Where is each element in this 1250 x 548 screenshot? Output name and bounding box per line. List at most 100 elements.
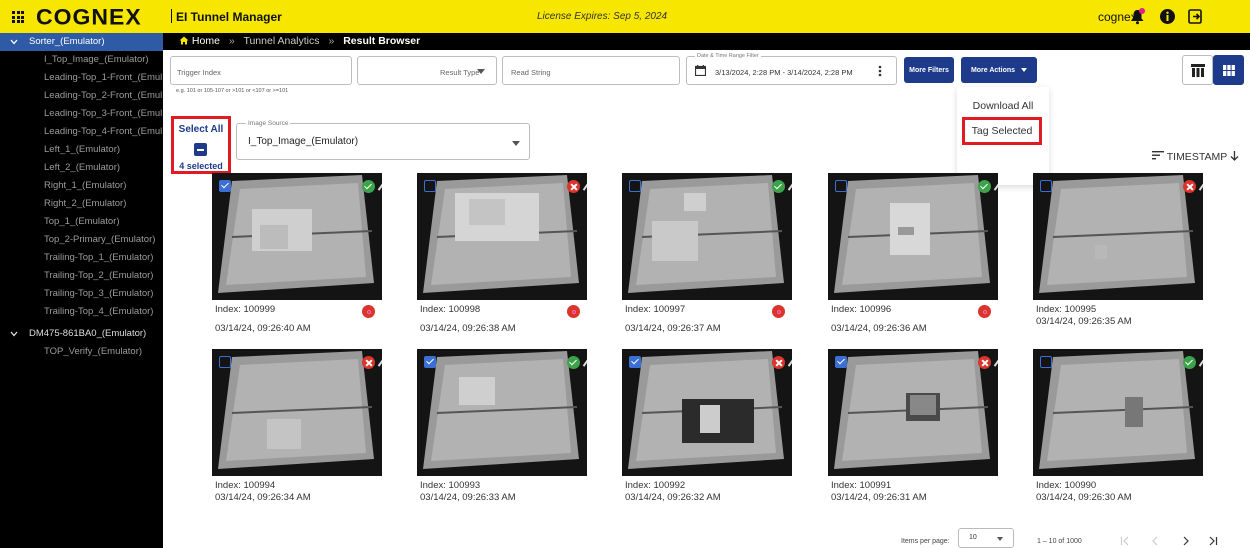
fail-x-icon (978, 356, 991, 369)
result-thumbnail[interactable] (622, 349, 792, 476)
select-all-label[interactable]: Select All (174, 124, 228, 135)
result-index: Index: 100996 (831, 304, 892, 315)
sidebar-item[interactable]: Top_1_(Emulator) (0, 213, 163, 231)
items-per-page-select[interactable]: 10 (958, 528, 1014, 548)
result-thumbnail[interactable] (417, 349, 587, 476)
trigger-index-input[interactable]: Trigger Index (170, 56, 352, 85)
more-vert-icon[interactable] (878, 65, 882, 77)
info-icon[interactable] (1159, 8, 1176, 25)
result-checkbox[interactable] (424, 356, 436, 368)
breadcrumb-separator: » (328, 35, 335, 47)
breadcrumb-current: Result Browser (343, 35, 421, 47)
sidebar-item[interactable]: Trailing-Top_2_(Emulator) (0, 267, 163, 285)
sidebar-item[interactable]: Trailing-Top_4_(Emulator) (0, 303, 163, 321)
logout-icon[interactable] (1187, 8, 1204, 25)
result-thumbnail[interactable] (1033, 173, 1203, 300)
sidebar-item[interactable]: Left_1_(Emulator) (0, 141, 163, 159)
result-checkbox[interactable] (629, 180, 641, 192)
breadcrumb-home[interactable]: Home (192, 35, 220, 47)
select-all-checkbox[interactable] (194, 143, 207, 156)
home-icon[interactable] (179, 36, 189, 45)
sidebar-item[interactable]: Leading-Top_4-Front_(Emul... (0, 123, 163, 141)
grid-view-button[interactable] (1213, 55, 1244, 85)
error-icon[interactable] (362, 305, 375, 318)
conveyor-image (423, 175, 579, 293)
sidebar-item[interactable]: Right_2_(Emulator) (0, 195, 163, 213)
error-icon[interactable] (567, 305, 580, 318)
sidebar-item[interactable]: TOP_Verify_(Emulator) (0, 343, 163, 361)
result-timestamp: 03/14/24, 09:26:34 AM (215, 492, 311, 503)
result-checkbox[interactable] (835, 356, 847, 368)
apps-grid-icon[interactable] (12, 11, 24, 23)
divider (171, 9, 172, 23)
more-actions-button[interactable]: More Actions (961, 57, 1037, 83)
error-icon[interactable] (772, 305, 785, 318)
sidebar-item[interactable]: Leading-Top_1-Front_(Emul... (0, 69, 163, 87)
result-checkbox[interactable] (629, 356, 641, 368)
read-string-placeholder: Read String (511, 68, 551, 77)
sort-control[interactable]: TIMESTAMP (1152, 151, 1239, 163)
fail-x-icon (362, 356, 375, 369)
result-index: Index: 100994 (215, 480, 276, 491)
tag-selected-menu-item[interactable]: Tag Selected (962, 117, 1042, 145)
sidebar-group-sorter[interactable]: Sorter_(Emulator) (0, 33, 163, 51)
pass-check-icon (978, 180, 991, 193)
first-page-icon[interactable] (1120, 536, 1130, 546)
sidebar-item[interactable]: Trailing-Top_1_(Emulator) (0, 249, 163, 267)
image-source-select[interactable]: Image Source I_Top_Image_(Emulator) (236, 120, 530, 160)
conveyor-image (423, 351, 579, 469)
result-index: Index: 100999 (215, 304, 276, 315)
pass-check-icon (362, 180, 375, 193)
grid-view-icon (1223, 65, 1235, 76)
result-thumbnail[interactable] (417, 173, 587, 300)
result-thumbnail[interactable] (828, 349, 998, 476)
next-page-icon[interactable] (1182, 536, 1190, 546)
result-type-select[interactable]: Result Type (357, 56, 497, 85)
sidebar-item[interactable]: Top_2-Primary_(Emulator) (0, 231, 163, 249)
sidebar-item[interactable]: Leading-Top_2-Front_(Emul... (0, 87, 163, 105)
date-range-filter[interactable]: Date & Time Range Filter 3/13/2024, 2:28… (686, 53, 897, 85)
download-all-menu-item[interactable]: Download All (957, 96, 1049, 116)
pass-check-icon (567, 356, 580, 369)
notifications-icon[interactable] (1129, 8, 1146, 25)
more-filters-button[interactable]: More Filters (904, 57, 954, 83)
calendar-icon[interactable] (695, 65, 706, 76)
result-checkbox[interactable] (1040, 356, 1052, 368)
result-checkbox[interactable] (219, 356, 231, 368)
result-timestamp: 03/14/24, 09:26:38 AM (420, 323, 516, 334)
sidebar-item[interactable]: Right_1_(Emulator) (0, 177, 163, 195)
date-range-value: 3/13/2024, 2:28 PM - 3/14/2024, 2:28 PM (715, 68, 853, 77)
result-thumbnail[interactable] (828, 173, 998, 300)
pass-check-icon (1183, 356, 1196, 369)
sidebar-item[interactable]: Trailing-Top_3_(Emulator) (0, 285, 163, 303)
result-thumbnail[interactable] (212, 173, 382, 300)
result-thumbnail[interactable] (622, 173, 792, 300)
result-thumbnail[interactable] (1033, 349, 1203, 476)
last-page-icon[interactable] (1208, 536, 1218, 546)
read-string-input[interactable]: Read String (502, 56, 680, 85)
fail-x-icon (567, 180, 580, 193)
sort-label: TIMESTAMP (1166, 151, 1228, 163)
result-thumbnail[interactable] (212, 349, 382, 476)
result-timestamp: 03/14/24, 09:26:40 AM (215, 323, 311, 334)
result-checkbox[interactable] (1040, 180, 1052, 192)
table-view-button[interactable] (1182, 55, 1213, 85)
result-checkbox[interactable] (219, 180, 231, 192)
result-checkbox[interactable] (424, 180, 436, 192)
error-icon[interactable] (978, 305, 991, 318)
items-per-page-label: Items per page: (901, 538, 950, 545)
conveyor-image (1039, 175, 1195, 293)
breadcrumb-tunnel-analytics[interactable]: Tunnel Analytics (243, 35, 319, 47)
result-timestamp: 03/14/24, 09:26:32 AM (625, 492, 721, 503)
sidebar-item[interactable]: Left_2_(Emulator) (0, 159, 163, 177)
license-expiry: License Expires: Sep 5, 2024 (537, 11, 668, 22)
result-checkbox[interactable] (835, 180, 847, 192)
sidebar-group-dm475[interactable]: DM475-861BA0_(Emulator) (0, 325, 163, 343)
dropdown-arrow-icon (997, 537, 1003, 541)
items-per-page-value: 10 (969, 534, 977, 541)
sidebar-item[interactable]: I_Top_Image_(Emulator) (0, 51, 163, 69)
conveyor-image (218, 175, 374, 293)
sidebar-item[interactable]: Leading-Top_3-Front_(Emul... (0, 105, 163, 123)
result-timestamp: 03/14/24, 09:26:31 AM (831, 492, 927, 503)
previous-page-icon[interactable] (1151, 536, 1159, 546)
